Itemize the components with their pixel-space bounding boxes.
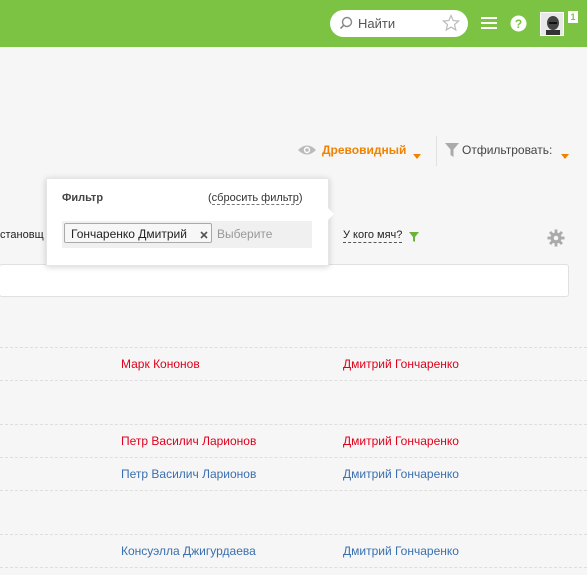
notification-badge[interactable]: 1 bbox=[568, 11, 578, 23]
help-icon[interactable]: ? bbox=[510, 15, 527, 35]
row-setter-link[interactable]: Марк Кононов bbox=[121, 357, 200, 371]
row-ball-link[interactable]: Дмитрий Гончаренко bbox=[343, 434, 459, 448]
search-icon bbox=[339, 16, 353, 33]
column-header-setter[interactable]: становщ bbox=[0, 229, 44, 241]
search-placeholder: Найти bbox=[358, 16, 396, 31]
selected-filter-tag-label: Гончаренко Дмитрий bbox=[71, 227, 187, 241]
row-divider bbox=[0, 534, 587, 535]
toolbar-divider bbox=[436, 136, 437, 166]
top-bar: Найти ? 1 bbox=[0, 0, 587, 47]
row-divider bbox=[0, 424, 587, 425]
view-mode-label: Древовидный bbox=[322, 143, 407, 157]
selected-filter-tag: Гончаренко Дмитрий bbox=[64, 223, 212, 243]
search-input[interactable]: Найти bbox=[330, 10, 468, 37]
row-divider bbox=[0, 457, 587, 458]
row-divider bbox=[0, 567, 587, 568]
active-filter-icon[interactable] bbox=[409, 231, 419, 245]
star-icon[interactable] bbox=[441, 13, 461, 35]
eye-icon bbox=[297, 144, 317, 159]
row-setter-link[interactable]: Консуэлла Джигурдаева bbox=[121, 544, 256, 558]
chevron-down-icon bbox=[561, 148, 569, 162]
menu-icon[interactable] bbox=[481, 16, 497, 33]
avatar[interactable] bbox=[540, 12, 564, 36]
row-divider bbox=[0, 490, 587, 491]
close-icon[interactable] bbox=[200, 228, 208, 242]
filter-select-placeholder: Выберите bbox=[217, 227, 273, 241]
funnel-icon bbox=[445, 143, 459, 160]
row-ball-link[interactable]: Дмитрий Гончаренко bbox=[343, 357, 459, 371]
reset-close-paren: ) bbox=[298, 192, 303, 204]
row-ball-link[interactable]: Дмитрий Гончаренко bbox=[343, 544, 459, 558]
reset-filter-label: сбросить фильтр bbox=[211, 192, 299, 205]
column-header-ball[interactable]: У кого мяч? bbox=[343, 229, 403, 243]
row-setter-link[interactable]: Петр Василич Ларионов bbox=[121, 467, 256, 481]
filter-select-field[interactable]: Гончаренко Дмитрий Выберите bbox=[62, 221, 312, 248]
reset-filter-link[interactable]: (сбросить фильтр) bbox=[208, 192, 303, 205]
table-search-input[interactable] bbox=[0, 264, 569, 297]
row-divider bbox=[0, 347, 587, 348]
row-setter-link[interactable]: Петр Василич Ларионов bbox=[121, 434, 256, 448]
popup-pointer bbox=[327, 207, 334, 221]
row-ball-link[interactable]: Дмитрий Гончаренко bbox=[343, 467, 459, 481]
chevron-down-icon bbox=[413, 148, 421, 162]
popup-title: Фильтр bbox=[62, 192, 104, 204]
svg-text:?: ? bbox=[515, 17, 522, 31]
filter-popup: Фильтр (сбросить фильтр) Гончаренко Дмит… bbox=[46, 178, 334, 266]
gear-icon[interactable] bbox=[547, 229, 565, 250]
filter-label: Отфильтровать: bbox=[462, 143, 553, 157]
row-divider bbox=[0, 380, 587, 381]
